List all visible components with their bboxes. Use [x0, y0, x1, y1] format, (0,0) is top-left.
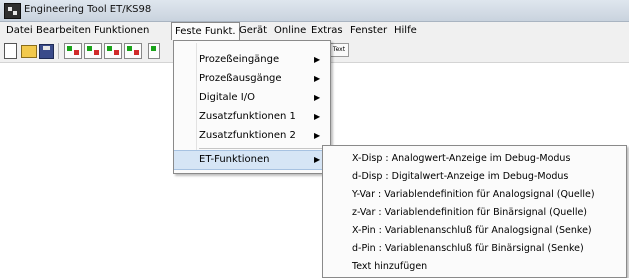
submenu-arrow-icon: ▶ — [314, 155, 321, 164]
menu-item-zusatzfunktionen-2[interactable]: Zusatzfunktionen 2 ▶ — [174, 127, 330, 145]
submenu-item-y-var[interactable]: Y-Var : Variablendefinition für Analogsi… — [323, 186, 626, 204]
signal-icon[interactable] — [84, 43, 102, 59]
menu-funktionen[interactable]: Funktionen — [91, 23, 152, 38]
menu-hilfe[interactable]: Hilfe — [391, 23, 420, 38]
menu-item-et-funktionen[interactable]: ET-Funktionen ▶ — [174, 150, 330, 170]
menu-item-label: ET-Funktionen — [199, 154, 270, 165]
window-title: Engineering Tool ET/KS98 — [24, 4, 152, 15]
save-icon[interactable] — [39, 44, 54, 59]
menu-item-prozessausgaenge[interactable]: Prozeßausgänge ▶ — [174, 70, 330, 88]
menu-item-zusatzfunktionen-1[interactable]: Zusatzfunktionen 1 ▶ — [174, 108, 330, 126]
submenu-item-label: z-Var : Variablendefinition für Binärsig… — [352, 207, 588, 218]
menu-item-label: Zusatzfunktionen 2 — [199, 130, 296, 141]
menu-extras[interactable]: Extras — [308, 23, 346, 38]
submenu-arrow-icon: ▶ — [314, 74, 321, 83]
open-folder-icon[interactable] — [21, 45, 37, 58]
submenu-item-x-disp[interactable]: X-Disp : Analogwert-Anzeige im Debug-Mod… — [323, 150, 626, 168]
submenu-arrow-icon: ▶ — [314, 112, 321, 121]
menu-item-prozesseingaenge[interactable]: Prozeßeingänge ▶ — [174, 51, 330, 69]
menu-bar: Datei Bearbeiten Funktionen Feste Funkt.… — [0, 22, 629, 40]
text-tool-button[interactable]: Text — [329, 43, 349, 57]
submenu-item-label: d-Pin : Variablenanschluß für Binärsigna… — [352, 243, 584, 254]
submenu-item-label: Text hinzufügen — [352, 261, 428, 272]
menu-fenster[interactable]: Fenster — [347, 23, 390, 38]
menu-item-label: Zusatzfunktionen 1 — [199, 111, 296, 122]
et-funktionen-submenu: X-Disp : Analogwert-Anzeige im Debug-Mod… — [322, 145, 627, 278]
submenu-item-d-disp[interactable]: d-Disp : Digitalwert-Anzeige im Debug-Mo… — [323, 168, 626, 186]
menu-feste-funkt[interactable]: Feste Funkt. — [171, 22, 240, 40]
feste-funkt-menu: Prozeßeingänge ▶ Prozeßausgänge ▶ Digita… — [173, 40, 331, 174]
menu-separator — [199, 148, 327, 149]
title-bar: Engineering Tool ET/KS98 — [0, 0, 629, 22]
submenu-item-z-var[interactable]: z-Var : Variablendefinition für Binärsig… — [323, 204, 626, 222]
submenu-item-text-hinzufuegen[interactable]: Text hinzufügen — [323, 258, 626, 276]
signal-icon[interactable] — [104, 43, 122, 59]
menu-bearbeiten[interactable]: Bearbeiten — [33, 23, 94, 38]
menu-item-digitale-io[interactable]: Digitale I/O ▶ — [174, 89, 330, 107]
submenu-item-label: X-Pin : Variablenanschluß für Analogsign… — [352, 225, 592, 236]
submenu-item-label: d-Disp : Digitalwert-Anzeige im Debug-Mo… — [352, 171, 569, 182]
menu-item-label: Digitale I/O — [199, 92, 255, 103]
submenu-item-d-pin[interactable]: d-Pin : Variablenanschluß für Binärsigna… — [323, 240, 626, 258]
submenu-arrow-icon: ▶ — [314, 93, 321, 102]
submenu-arrow-icon: ▶ — [314, 55, 321, 64]
menu-online[interactable]: Online — [271, 23, 309, 38]
toolbar-separator — [58, 43, 59, 59]
submenu-item-x-pin[interactable]: X-Pin : Variablenanschluß für Analogsign… — [323, 222, 626, 240]
menu-item-label: Prozeßeingänge — [199, 54, 280, 65]
new-file-icon[interactable] — [4, 43, 17, 59]
submenu-item-label: X-Disp : Analogwert-Anzeige im Debug-Mod… — [352, 153, 571, 164]
menu-datei[interactable]: Datei — [3, 23, 36, 38]
submenu-arrow-icon: ▶ — [314, 131, 321, 140]
signal-icon[interactable] — [64, 43, 82, 59]
signal-icon[interactable] — [148, 43, 160, 59]
menu-item-label: Prozeßausgänge — [199, 73, 282, 84]
menu-geraet[interactable]: Gerät — [236, 23, 270, 38]
app-icon — [4, 3, 21, 19]
signal-icon[interactable] — [124, 43, 142, 59]
submenu-item-label: Y-Var : Variablendefinition für Analogsi… — [352, 189, 595, 200]
